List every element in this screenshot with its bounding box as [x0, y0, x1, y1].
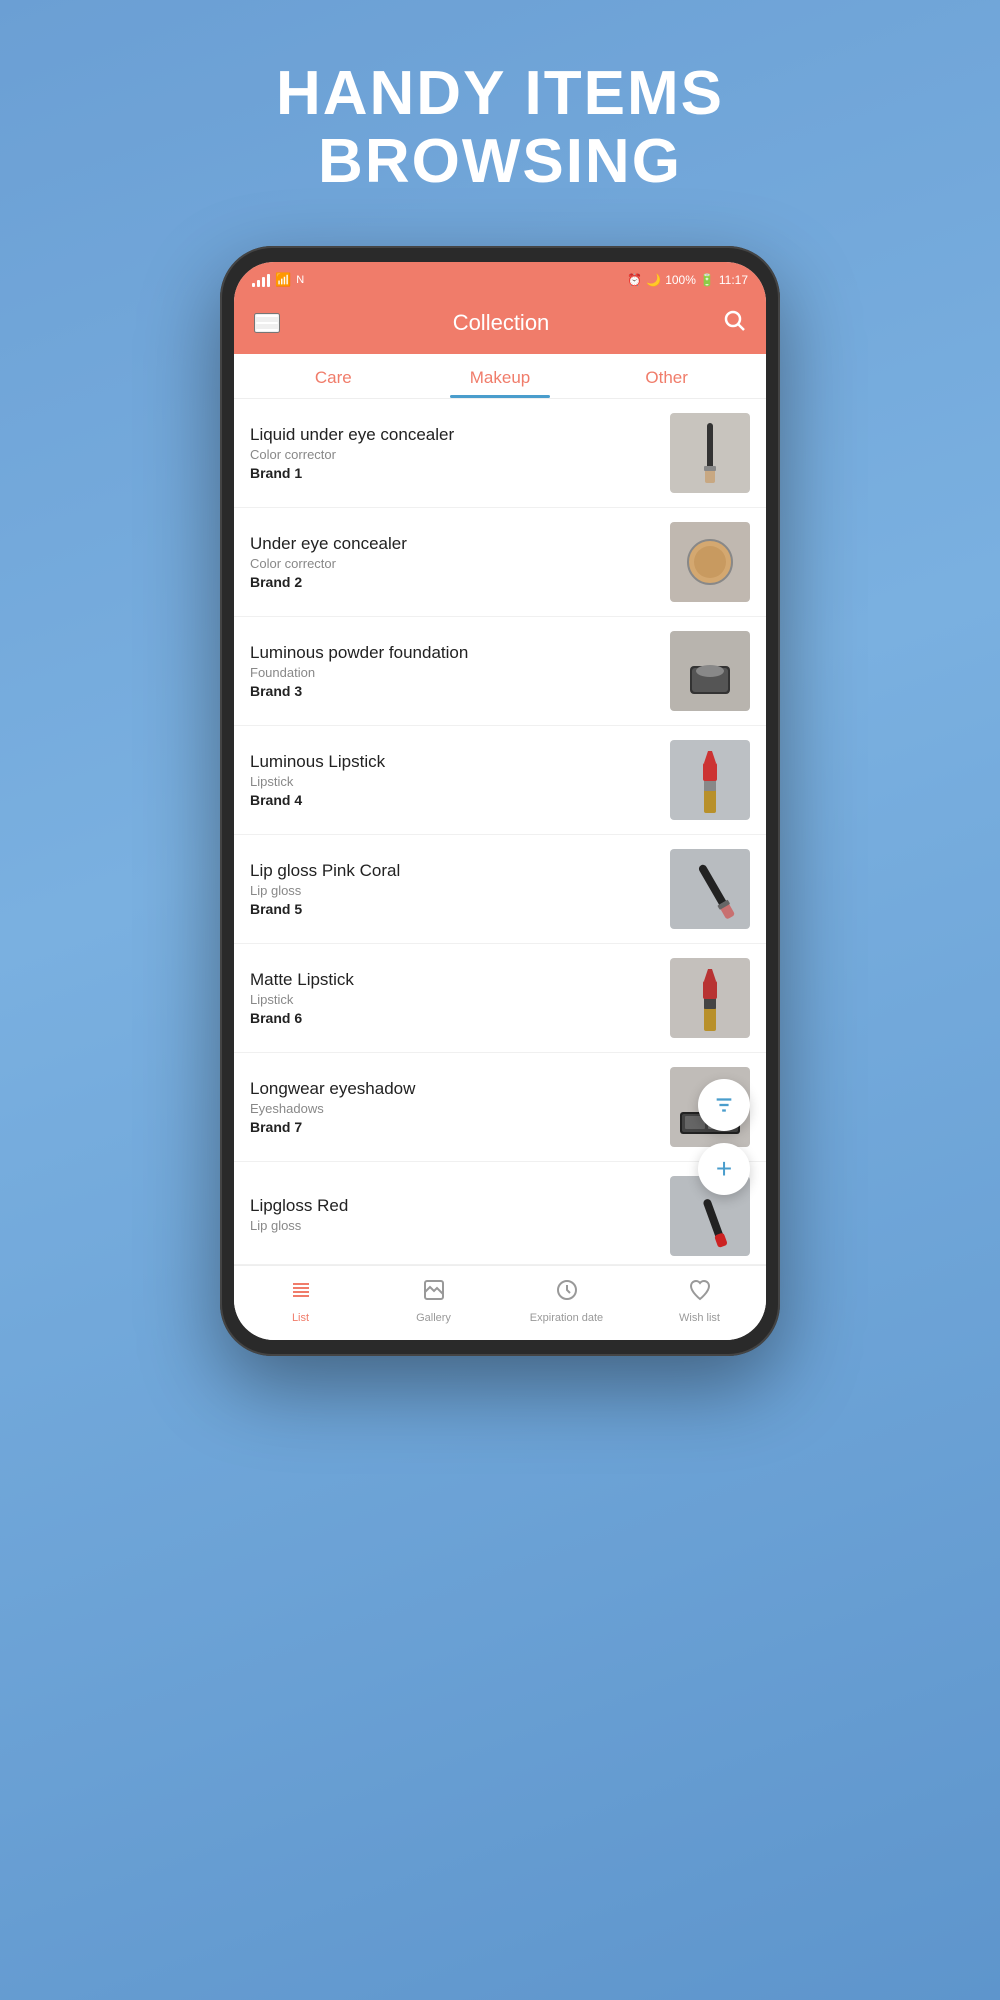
item-brand: Brand 1	[250, 465, 658, 481]
item-info: Longwear eyeshadow Eyeshadows Brand 7	[250, 1079, 658, 1135]
item-title: Lipgloss Red	[250, 1196, 658, 1216]
list-item[interactable]: Longwear eyeshadow Eyeshadows Brand 7	[234, 1053, 766, 1162]
status-right: ⏰ 🌙 100% 🔋 11:17	[627, 273, 748, 287]
list-item[interactable]: Lip gloss Pink Coral Lip gloss Brand 5	[234, 835, 766, 944]
item-category: Eyeshadows	[250, 1101, 658, 1116]
tab-other[interactable]: Other	[583, 354, 750, 398]
phone-frame: 📶 N ⏰ 🌙 100% 🔋 11:17 Collection	[220, 246, 780, 1356]
add-item-fab-button[interactable]: +	[698, 1143, 750, 1195]
item-brand: Brand 2	[250, 574, 658, 590]
tab-care[interactable]: Care	[250, 354, 417, 398]
item-category: Color corrector	[250, 447, 658, 462]
battery-icon: 🔋	[700, 273, 715, 287]
category-tabs: Care Makeup Other	[234, 354, 766, 399]
fab-container: +	[698, 1079, 750, 1195]
moon-icon: 🌙	[646, 273, 661, 287]
battery-percent: 100%	[665, 273, 696, 287]
item-category: Lip gloss	[250, 883, 658, 898]
item-category: Color corrector	[250, 556, 658, 571]
plus-icon: +	[716, 1155, 732, 1183]
item-info: Liquid under eye concealer Color correct…	[250, 425, 658, 481]
item-thumbnail	[670, 958, 750, 1038]
status-bar: 📶 N ⏰ 🌙 100% 🔋 11:17	[234, 262, 766, 298]
item-info: Matte Lipstick Lipstick Brand 6	[250, 970, 658, 1026]
list-item[interactable]: Lipgloss Red Lip gloss	[234, 1162, 766, 1265]
item-brand: Brand 4	[250, 792, 658, 808]
item-title: Luminous Lipstick	[250, 752, 658, 772]
list-item[interactable]: Under eye concealer Color corrector Bran…	[234, 508, 766, 617]
item-info: Luminous powder foundation Foundation Br…	[250, 643, 658, 699]
item-brand: Brand 6	[250, 1010, 658, 1026]
hero-title: HANDY ITEMS BROWSING	[276, 60, 724, 196]
item-title: Liquid under eye concealer	[250, 425, 658, 445]
nfc-icon: N	[296, 274, 304, 286]
nav-wishlist[interactable]: Wish list	[633, 1274, 766, 1328]
item-info: Lip gloss Pink Coral Lip gloss Brand 5	[250, 861, 658, 917]
item-title: Luminous powder foundation	[250, 643, 658, 663]
gallery-nav-icon	[422, 1278, 446, 1308]
tab-makeup[interactable]: Makeup	[417, 354, 584, 398]
nav-expiration-label: Expiration date	[530, 1312, 603, 1324]
nav-gallery-label: Gallery	[416, 1312, 451, 1324]
item-thumbnail	[670, 522, 750, 602]
wishlist-nav-icon	[688, 1278, 712, 1308]
list-item[interactable]: Matte Lipstick Lipstick Brand 6	[234, 944, 766, 1053]
menu-button[interactable]	[254, 313, 280, 333]
alarm-icon: ⏰	[627, 273, 642, 287]
top-app-bar: Collection	[234, 298, 766, 354]
item-title: Matte Lipstick	[250, 970, 658, 990]
item-category: Lip gloss	[250, 1218, 658, 1233]
filter-fab-button[interactable]	[698, 1079, 750, 1131]
item-thumbnail	[670, 631, 750, 711]
list-item[interactable]: Luminous Lipstick Lipstick Brand 4	[234, 726, 766, 835]
list-item[interactable]: Liquid under eye concealer Color correct…	[234, 399, 766, 508]
item-info: Lipgloss Red Lip gloss	[250, 1196, 658, 1236]
item-title: Under eye concealer	[250, 534, 658, 554]
nav-list[interactable]: List	[234, 1274, 367, 1328]
app-title: Collection	[453, 310, 550, 336]
item-thumbnail	[670, 413, 750, 493]
item-thumbnail	[670, 740, 750, 820]
item-title: Longwear eyeshadow	[250, 1079, 658, 1099]
status-left: 📶 N	[252, 272, 304, 288]
nav-wishlist-label: Wish list	[679, 1312, 720, 1324]
list-item[interactable]: Luminous powder foundation Foundation Br…	[234, 617, 766, 726]
nav-expiration[interactable]: Expiration date	[500, 1274, 633, 1328]
search-button[interactable]	[722, 308, 746, 338]
clock: 11:17	[719, 273, 748, 287]
phone-inner: 📶 N ⏰ 🌙 100% 🔋 11:17 Collection	[234, 262, 766, 1340]
item-category: Foundation	[250, 665, 658, 680]
screen-content: Liquid under eye concealer Color correct…	[234, 399, 766, 1265]
item-info: Under eye concealer Color corrector Bran…	[250, 534, 658, 590]
item-title: Lip gloss Pink Coral	[250, 861, 658, 881]
signal-bars-icon	[252, 273, 270, 287]
item-category: Lipstick	[250, 992, 658, 1007]
nav-list-label: List	[292, 1312, 309, 1324]
item-brand: Brand 3	[250, 683, 658, 699]
item-thumbnail	[670, 849, 750, 929]
hero-section: HANDY ITEMS BROWSING	[276, 0, 724, 246]
item-info: Luminous Lipstick Lipstick Brand 4	[250, 752, 658, 808]
item-brand: Brand 7	[250, 1119, 658, 1135]
expiration-nav-icon	[555, 1278, 579, 1308]
item-brand: Brand 5	[250, 901, 658, 917]
list-nav-icon	[289, 1278, 313, 1308]
bottom-navigation: List Gallery Expiration	[234, 1265, 766, 1340]
item-category: Lipstick	[250, 774, 658, 789]
items-list: Liquid under eye concealer Color correct…	[234, 399, 766, 1265]
nav-gallery[interactable]: Gallery	[367, 1274, 500, 1328]
wifi-icon: 📶	[275, 272, 291, 288]
